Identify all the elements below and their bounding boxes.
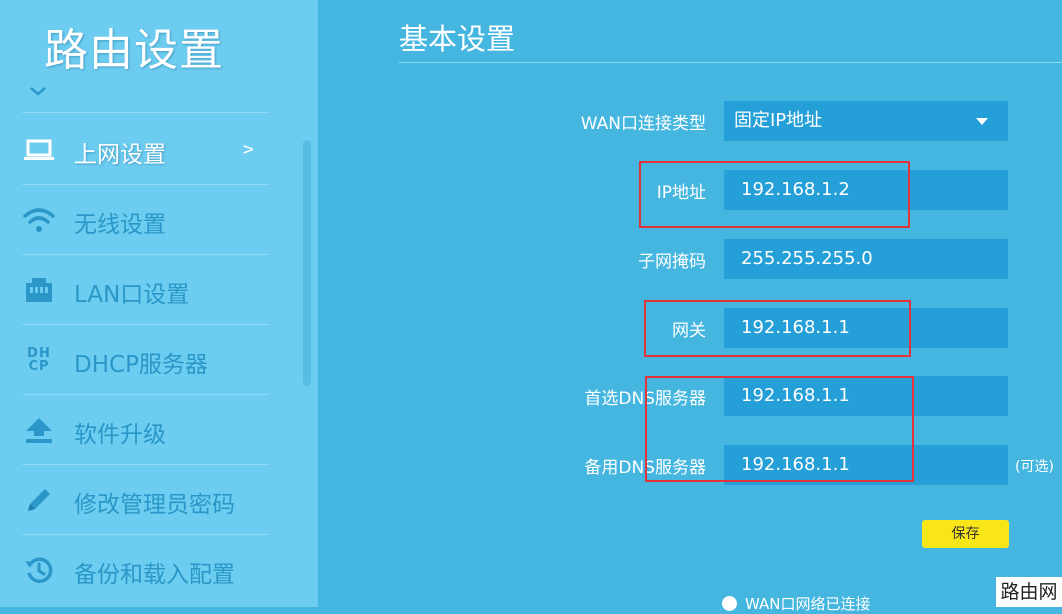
chevron-right-icon: > [243,139,254,160]
brand-title: 路由设置 [44,25,224,76]
status-check-icon [722,596,737,611]
annotation-box-ip [639,161,910,228]
sidebar-item-label: DHCP服务器 [74,352,208,378]
upload-icon [22,413,56,447]
page-title: 基本设置 [399,22,516,56]
sidebar-item-change-admin-password[interactable]: 修改管理员密码 [0,465,300,535]
sidebar-menu: 上网设置 > 无线设置 LAN口设置 DH CP DHCP服务器 软件升级 修改… [0,115,300,605]
connection-status-text: WAN口网络已连接 [745,595,871,613]
pencil-icon [22,483,56,517]
annotation-box-dns [645,376,914,482]
wan-type-select[interactable]: 固定IP地址 [724,101,1008,141]
sidebar-scrollbar[interactable] [303,140,311,386]
sidebar-item-internet-settings[interactable]: 上网设置 > [0,115,300,185]
wan-type-value: 固定IP地址 [734,110,823,131]
sidebar-item-label: LAN口设置 [74,282,190,308]
sidebar-item-lan-settings[interactable]: LAN口设置 [0,255,300,325]
wifi-icon [22,203,56,237]
connection-status: WAN口网络已连接 [722,593,871,614]
optional-hint: (可选) [1015,459,1054,475]
sidebar: 路由设置 上网设置 > 无线设置 LAN口设置 DH CP DHCP服务器 软件… [0,0,318,607]
dropdown-arrow-icon [976,118,988,125]
sidebar-item-dhcp-server[interactable]: DH CP DHCP服务器 [0,325,300,395]
sidebar-item-backup-restore[interactable]: 备份和载入配置 [0,535,300,605]
dhcp-icon: DH CP [22,343,56,377]
partial-menu-icon [30,87,46,96]
restore-icon [22,553,56,587]
save-button[interactable]: 保存 [922,520,1009,548]
watermark: 路由网 [996,577,1062,607]
subnet-mask-label: 子网掩码 [638,252,706,272]
wan-type-label: WAN口连接类型 [580,114,706,134]
sidebar-item-label: 无线设置 [74,212,166,238]
annotation-box-gateway [644,300,911,357]
sidebar-item-label: 软件升级 [74,422,166,448]
laptop-icon [22,133,56,167]
lan-port-icon [22,273,56,307]
subnet-mask-field[interactable]: 255.255.255.0 [724,239,1008,279]
sidebar-item-label: 修改管理员密码 [74,492,235,518]
sidebar-item-wireless-settings[interactable]: 无线设置 [0,185,300,255]
dhcp-icon-text-bottom: CP [28,359,50,374]
sidebar-item-label: 上网设置 [74,142,166,168]
sidebar-item-firmware-upgrade[interactable]: 软件升级 [0,395,300,465]
sidebar-item-label: 备份和载入配置 [74,562,235,588]
title-divider [399,62,1062,63]
sidebar-divider [22,112,269,113]
